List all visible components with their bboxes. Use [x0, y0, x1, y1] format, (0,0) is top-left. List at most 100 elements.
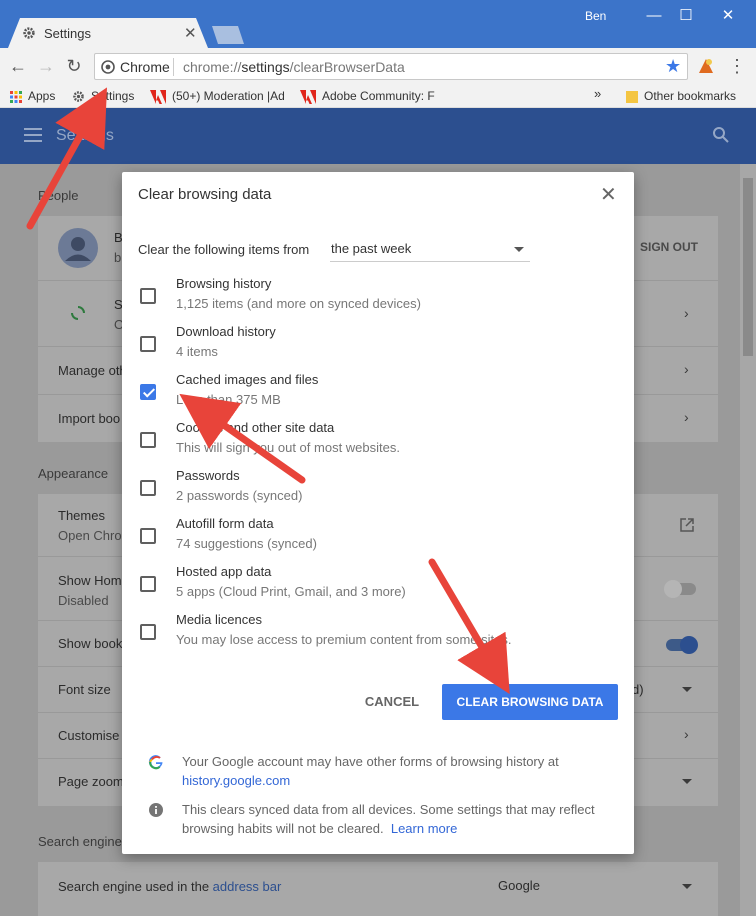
hamburger-menu-icon[interactable]	[24, 128, 42, 142]
option-sub: Less than 375 MB	[176, 392, 281, 407]
option-label: Cached images and files	[176, 372, 319, 387]
option-passwords[interactable]: Passwords 2 passwords (synced)	[122, 468, 634, 512]
search-engine-value: Google	[498, 878, 540, 893]
option-browsing-history[interactable]: Browsing history 1,125 items (and more o…	[122, 276, 634, 320]
font-size-label: Font size	[58, 682, 111, 697]
bookmark-apps[interactable]: Apps	[10, 87, 66, 105]
chevron-right-icon: ›	[684, 305, 689, 321]
new-tab-button[interactable]	[212, 26, 244, 44]
bookmark-apps-label: Apps	[28, 89, 56, 103]
forward-arrow-icon[interactable]: →	[34, 54, 58, 78]
option-download-history[interactable]: Download history 4 items	[122, 324, 634, 368]
option-cached-images[interactable]: Cached images and files Less than 375 MB	[122, 372, 634, 416]
option-label: Passwords	[176, 468, 240, 483]
option-label: Download history	[176, 324, 276, 339]
search-engine-label: Search engine used in the address bar	[58, 879, 281, 894]
address-divider	[173, 58, 174, 76]
search-engine-row[interactable]: Search engine used in the address bar Go…	[38, 862, 718, 916]
manage-people-label: Manage oth	[58, 363, 127, 378]
gear-icon	[23, 27, 35, 39]
people-section-title: People	[38, 188, 79, 203]
profile-name[interactable]: Ben	[585, 9, 606, 23]
minimize-icon[interactable]: —	[640, 4, 668, 28]
checkbox[interactable]	[140, 624, 156, 640]
window-close-icon[interactable]: ✕	[714, 4, 742, 28]
checkbox[interactable]	[140, 288, 156, 304]
chrome-page-icon	[101, 60, 115, 74]
search-icon[interactable]	[712, 126, 730, 144]
clear-browsing-data-button[interactable]: CLEAR BROWSING DATA	[442, 684, 618, 720]
avatar	[58, 228, 98, 268]
option-sub: 1,125 items (and more on synced devices)	[176, 296, 421, 311]
maximize-icon[interactable]: ☐	[672, 4, 700, 28]
option-sub: This will sign you out of most websites.	[176, 440, 400, 455]
cancel-button[interactable]: CANCEL	[356, 684, 428, 720]
dropdown-caret-icon	[682, 687, 692, 692]
bookmarks-overflow-icon[interactable]: »	[594, 86, 601, 101]
appearance-section-title: Appearance	[38, 466, 109, 481]
synced-note-text: This clears synced data from all devices…	[182, 800, 612, 838]
clear-browsing-data-dialog: Clear browsing data ✕ Clear the followin…	[122, 172, 634, 854]
menu-icon[interactable]: ⋮	[728, 56, 746, 76]
bookmarks-bar: Apps Settings (50+) Moderation |Ad Adobe…	[0, 84, 756, 108]
option-media-licences[interactable]: Media licences You may lose access to pr…	[122, 612, 634, 656]
adobe-icon	[150, 89, 166, 104]
show-bookmarks-label: Show book	[58, 636, 123, 651]
bookmark-settings[interactable]: Settings	[72, 87, 144, 105]
tab-settings[interactable]: Settings ✕	[8, 18, 208, 48]
tab-close-icon[interactable]: ✕	[184, 24, 197, 42]
google-note-body: Your Google account may have other forms…	[182, 754, 559, 769]
bookmark-moderation-label: (50+) Moderation |Ad	[172, 89, 285, 103]
option-label: Media licences	[176, 612, 262, 627]
google-note-text: Your Google account may have other forms…	[182, 752, 612, 790]
dropdown-caret-icon	[682, 884, 692, 889]
option-sub: You may lose access to premium content f…	[176, 632, 512, 647]
settings-title: Settings	[56, 127, 114, 144]
option-cookies[interactable]: Cookies and other site data This will si…	[122, 420, 634, 464]
option-sub: 74 suggestions (synced)	[176, 536, 317, 551]
toggle-knob	[680, 636, 698, 654]
other-bookmarks[interactable]: Other bookmarks	[626, 87, 752, 105]
option-hosted-app-data[interactable]: Hosted app data 5 apps (Cloud Print, Gma…	[122, 564, 634, 608]
checkbox[interactable]	[140, 432, 156, 448]
history-google-link[interactable]: history.google.com	[182, 773, 290, 788]
bookmark-moderation[interactable]: (50+) Moderation |Ad	[150, 87, 292, 105]
show-home-toggle[interactable]	[664, 580, 696, 598]
address-bar[interactable]: Chrome chrome://settings/clearBrowserDat…	[94, 53, 688, 80]
sign-out-button[interactable]: SIGN OUT	[640, 240, 698, 254]
back-arrow-icon[interactable]: ←	[6, 54, 30, 78]
checkbox-checked[interactable]	[140, 384, 156, 400]
title-bar: Settings ✕ Ben — ☐ ✕	[0, 0, 756, 48]
checkbox[interactable]	[140, 528, 156, 544]
scrollbar-thumb[interactable]	[743, 178, 753, 356]
checkbox[interactable]	[140, 576, 156, 592]
bookmark-settings-label: Settings	[91, 89, 135, 103]
time-range-label: Clear the following items from	[138, 242, 310, 257]
time-range-select[interactable]: the past week	[330, 238, 530, 262]
checkbox[interactable]	[140, 480, 156, 496]
option-sub: 4 items	[176, 344, 218, 359]
reload-icon[interactable]: ↻	[62, 54, 86, 78]
learn-more-link[interactable]: Learn more	[391, 821, 457, 836]
bookmark-star-icon[interactable]: ★	[665, 56, 681, 77]
sync-icon	[71, 306, 85, 320]
bookmark-adobe-community[interactable]: Adobe Community: F	[300, 87, 440, 105]
url-host: settings	[241, 59, 290, 75]
time-range-value: the past week	[331, 241, 412, 256]
page-scrollbar[interactable]	[740, 164, 756, 916]
address-bar-link[interactable]: address bar	[213, 879, 282, 894]
settings-header: Settings	[0, 108, 756, 164]
show-bookmarks-toggle[interactable]	[666, 636, 698, 654]
address-url: chrome://settings/clearBrowserData	[183, 59, 405, 75]
apps-grid-icon	[10, 90, 22, 103]
option-autofill[interactable]: Autofill form data 74 suggestions (synce…	[122, 516, 634, 560]
tab-title: Settings	[44, 26, 91, 41]
dialog-close-icon[interactable]: ✕	[600, 182, 617, 207]
customise-fonts-label: Customise	[58, 728, 120, 743]
extension-icon[interactable]	[696, 56, 716, 76]
google-account-note: Your Google account may have other forms…	[122, 752, 634, 792]
toolbar: ← → ↻ Chrome chrome://settings/clearBrow…	[0, 48, 756, 84]
adobe-icon	[300, 89, 316, 104]
show-home-label: Show Hom	[58, 573, 122, 588]
checkbox[interactable]	[140, 336, 156, 352]
